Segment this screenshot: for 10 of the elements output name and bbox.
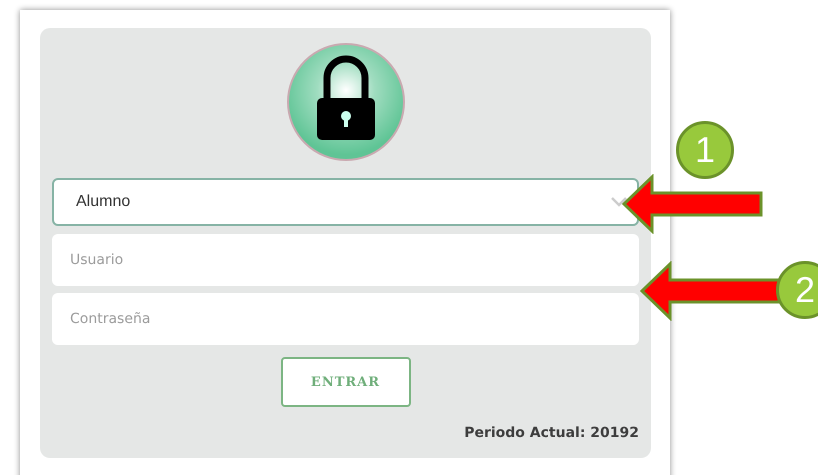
input-field[interactable]: Usuario <box>52 234 639 286</box>
chevron-down-icon <box>611 197 627 207</box>
input-field[interactable]: Contraseña <box>52 293 639 345</box>
arrow-icon <box>622 174 764 234</box>
step-badge: 1 <box>676 121 734 179</box>
step-badge: 2 <box>776 261 818 319</box>
padlock-icon <box>286 42 406 162</box>
role-select[interactable]: Alumno <box>52 178 639 226</box>
arrow-icon <box>640 261 782 321</box>
period-label: Periodo Actual: 20192 <box>464 425 639 441</box>
